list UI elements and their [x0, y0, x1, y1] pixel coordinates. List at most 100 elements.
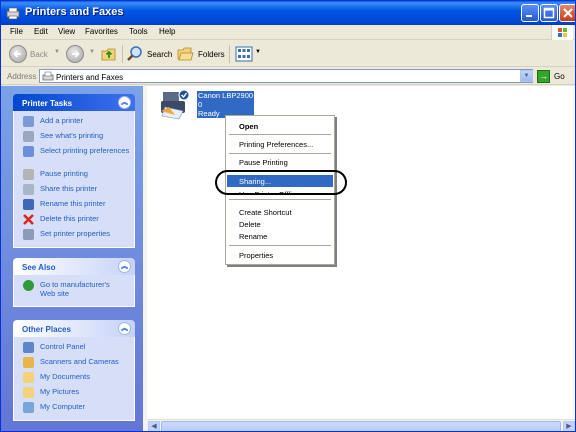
- link-label: Go to manufacturer's Web site: [40, 280, 110, 298]
- address-bar: Address Printers and Faxes ▼ → Go: [1, 68, 575, 85]
- manufacturer-website-link[interactable]: Go to manufacturer's Web site: [14, 278, 114, 301]
- menu-edit[interactable]: Edit: [34, 27, 48, 36]
- computer-icon: [23, 402, 34, 413]
- add-printer-icon: [23, 116, 34, 127]
- search-button[interactable]: Search: [147, 50, 172, 59]
- menu-item-printing-preferences[interactable]: Printing Preferences...: [227, 138, 333, 150]
- address-dropdown-button[interactable]: ▼: [520, 70, 533, 82]
- rename-printer-link[interactable]: Rename this printer: [14, 197, 134, 212]
- menu-item-properties[interactable]: Properties: [227, 249, 333, 261]
- go-button[interactable]: Go: [554, 72, 565, 81]
- menu-separator: [229, 153, 331, 154]
- folder-icon: [23, 372, 34, 383]
- other-places-panel: Other Places ︽ Control Panel Scanners an…: [13, 320, 135, 421]
- my-pictures-link[interactable]: My Pictures: [14, 385, 134, 400]
- address-label: Address: [7, 72, 37, 81]
- link-label: Set printer properties: [40, 229, 111, 238]
- delete-x-icon: [23, 214, 34, 225]
- maximize-icon: [543, 7, 555, 19]
- folders-button[interactable]: Folders: [198, 50, 225, 59]
- standard-toolbar: Back ▼ ▼ Search Folders ▼: [1, 41, 575, 67]
- menu-item-open[interactable]: Open: [227, 120, 333, 132]
- address-value: Printers and Faxes: [56, 73, 124, 82]
- collapse-chevron-icon[interactable]: ︽: [118, 322, 131, 335]
- my-computer-link[interactable]: My Computer: [14, 400, 134, 415]
- folders-icon[interactable]: [177, 45, 195, 63]
- minimize-icon: [526, 15, 532, 17]
- close-button[interactable]: [559, 4, 575, 22]
- menu-tools[interactable]: Tools: [129, 27, 148, 36]
- delete-printer-link[interactable]: Delete this printer: [14, 212, 134, 227]
- menu-view[interactable]: View: [58, 27, 75, 36]
- scroll-left-icon[interactable]: ◀: [148, 421, 160, 431]
- link-label: My Computer: [40, 402, 86, 411]
- menu-item-rename[interactable]: Rename: [227, 230, 333, 242]
- other-places-header[interactable]: Other Places ︽: [13, 320, 135, 337]
- menu-item-pause-printing[interactable]: Pause Printing: [227, 156, 333, 168]
- pause-printer-icon: [23, 169, 34, 180]
- printer-tasks-header[interactable]: Printer Tasks ︽: [13, 94, 135, 111]
- menu-item-delete[interactable]: Delete: [227, 218, 333, 230]
- properties-icon: [23, 229, 34, 240]
- menu-item-create-shortcut[interactable]: Create Shortcut: [227, 206, 333, 218]
- windows-flag-icon: [558, 28, 567, 37]
- scroll-right-icon[interactable]: ▶: [563, 421, 575, 431]
- menu-bar: File Edit View Favorites Tools Help: [1, 25, 575, 40]
- maximize-button[interactable]: [540, 4, 558, 22]
- pause-printing-link[interactable]: Pause printing: [14, 167, 134, 182]
- scroll-thumb[interactable]: [161, 421, 561, 431]
- views-dropdown-icon[interactable]: ▼: [255, 49, 261, 55]
- search-icon[interactable]: [126, 45, 144, 63]
- toolbar-separator: [122, 45, 123, 63]
- see-also-header[interactable]: See Also ︽: [13, 258, 135, 275]
- printer-icon[interactable]: [159, 89, 193, 123]
- link-label: Add a printer: [40, 116, 83, 125]
- back-label[interactable]: Back: [30, 50, 48, 59]
- collapse-chevron-icon[interactable]: ︽: [118, 260, 131, 273]
- add-printer-link[interactable]: Add a printer: [14, 114, 134, 129]
- see-whats-printing-link[interactable]: See what's printing: [14, 129, 134, 144]
- folder-icon: [23, 387, 34, 398]
- link-label: Delete this printer: [40, 214, 99, 223]
- views-icon[interactable]: [235, 46, 253, 62]
- address-field[interactable]: Printers and Faxes: [39, 69, 533, 83]
- link-label: Control Panel: [40, 342, 86, 351]
- window-title: Printers and Faxes: [25, 6, 124, 18]
- my-documents-link[interactable]: My Documents: [14, 370, 134, 385]
- back-dropdown-icon[interactable]: ▼: [54, 49, 60, 55]
- up-folder-icon[interactable]: [100, 45, 118, 63]
- menu-help[interactable]: Help: [159, 27, 175, 36]
- link-label: Pause printing: [40, 169, 88, 178]
- forward-button[interactable]: [66, 45, 84, 63]
- printers-folder-icon: [42, 71, 54, 81]
- menu-separator: [229, 199, 331, 200]
- forward-dropdown-icon[interactable]: ▼: [89, 49, 95, 55]
- see-also-title: See Also: [22, 263, 56, 272]
- minimize-button[interactable]: [521, 4, 539, 22]
- link-label: Rename this printer: [40, 199, 106, 208]
- printer-item-label[interactable]: Canon LBP2900 0 Ready: [197, 91, 255, 118]
- horizontal-scrollbar[interactable]: ◀ ▶: [147, 419, 575, 431]
- go-arrow-icon[interactable]: →: [537, 70, 550, 83]
- set-printer-properties-link[interactable]: Set printer properties: [14, 227, 134, 242]
- select-printing-preferences-link[interactable]: Select printing preferences: [14, 144, 134, 167]
- rename-icon: [23, 199, 34, 210]
- menu-file[interactable]: File: [10, 27, 23, 36]
- back-button[interactable]: [9, 45, 27, 63]
- share-printer-icon: [23, 184, 34, 195]
- forward-arrow-icon: [72, 50, 80, 58]
- menu-favorites[interactable]: Favorites: [85, 27, 118, 36]
- callout-highlight: [215, 170, 347, 195]
- printers-and-faxes-window: Printers and Faxes File Edit View Favori…: [0, 0, 576, 432]
- link-label: Select printing preferences: [40, 146, 130, 155]
- scanner-camera-icon: [23, 357, 34, 368]
- scanners-cameras-link[interactable]: Scanners and Cameras: [14, 355, 134, 370]
- share-printer-link[interactable]: Share this printer: [14, 182, 134, 197]
- control-panel-link[interactable]: Control Panel: [14, 340, 134, 355]
- printer-folder-icon: [6, 7, 20, 20]
- link-label: Share this printer: [40, 184, 98, 193]
- task-pane: Printer Tasks ︽ Add a printer See what's…: [1, 86, 147, 431]
- file-list-view[interactable]: [147, 86, 575, 431]
- title-bar[interactable]: Printers and Faxes: [1, 1, 575, 25]
- collapse-chevron-icon[interactable]: ︽: [118, 96, 131, 109]
